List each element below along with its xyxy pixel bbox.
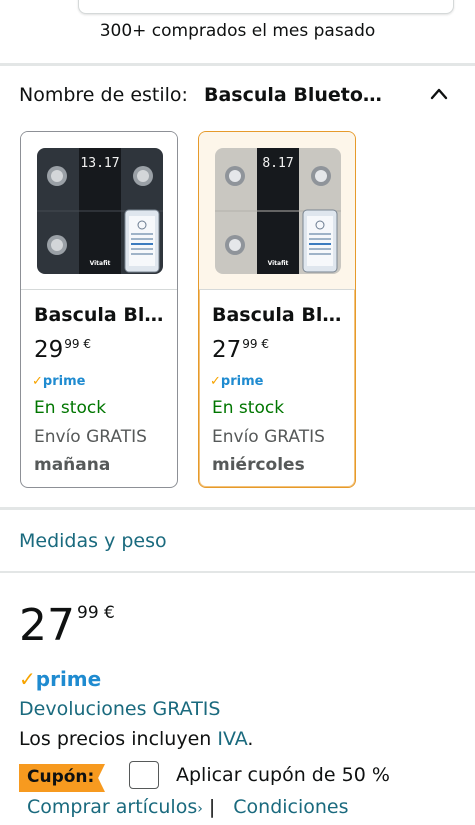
chevron-up-icon[interactable]	[429, 84, 449, 104]
coupon-badge: Cupón:	[19, 764, 105, 792]
variant-title: Bascula Bl…	[34, 304, 164, 326]
coupon-links: Comprar artículos› | Condiciones	[27, 796, 349, 818]
style-label: Nombre de estilo:	[19, 84, 188, 106]
variant-price: 2999 €	[34, 337, 92, 363]
style-value: Bascula Blueto…	[204, 84, 382, 106]
bought-count: 300+ comprados el mes pasado	[99, 21, 376, 41]
shipping-text: Envío GRATIS	[34, 427, 147, 447]
check-icon: ✓	[210, 374, 221, 389]
variant-card[interactable]: 13.17 Vitafit Bascula Bl… 2999 € ✓prime …	[20, 131, 178, 488]
svg-text:Vitafit: Vitafit	[268, 260, 289, 267]
check-icon: ✓	[19, 667, 36, 691]
shop-items-link[interactable]: Comprar artículos	[27, 796, 197, 818]
conditions-link[interactable]: Condiciones	[233, 796, 348, 818]
vat-link[interactable]: IVA	[217, 728, 247, 750]
scale-display: 13.17	[80, 156, 119, 171]
prime-badge: ✓prime	[210, 374, 264, 389]
shipping-text: Envío GRATIS	[212, 427, 325, 447]
measures-link[interactable]: Medidas y peso	[19, 530, 167, 552]
coupon-checkbox[interactable]	[129, 761, 159, 789]
style-selector[interactable]: Nombre de estilo: Bascula Blueto…	[19, 84, 459, 112]
stock-status: En stock	[34, 398, 107, 418]
divider	[0, 63, 475, 66]
divider	[0, 507, 475, 510]
coupon-row: Cupón: Aplicar cupón de 50 %	[19, 761, 459, 792]
top-strip: 300+ comprados el mes pasado	[0, 0, 475, 64]
variant-price: 2799 €	[212, 337, 270, 363]
check-icon: ✓	[32, 374, 43, 389]
prime-badge: ✓prime	[19, 667, 102, 691]
prime-badge: ✓prime	[32, 374, 86, 389]
delivery-day: mañana	[34, 455, 111, 475]
free-returns-link[interactable]: Devoluciones GRATIS	[19, 698, 220, 720]
coupon-text: Aplicar cupón de 50 %	[176, 764, 390, 786]
delivery-day: miércoles	[212, 455, 305, 475]
product-image: 8.17 Vitafit	[199, 132, 355, 290]
stock-status: En stock	[212, 398, 285, 418]
chevron-right-icon: ›	[197, 801, 203, 817]
buybox-price: 27 99 €	[19, 600, 115, 651]
add-to-list-box[interactable]	[78, 0, 454, 14]
separator: |	[208, 796, 216, 818]
vat-note: Los precios incluyen IVA.	[19, 728, 254, 750]
divider	[0, 571, 475, 573]
variant-card-selected[interactable]: 8.17 Vitafit Bascula Bl… 2799 € ✓prime E…	[198, 131, 356, 488]
scale-display: 8.17	[262, 156, 293, 171]
svg-text:Vitafit: Vitafit	[90, 260, 111, 267]
variant-title: Bascula Bl…	[212, 304, 342, 326]
product-image: 13.17 Vitafit	[21, 132, 177, 290]
